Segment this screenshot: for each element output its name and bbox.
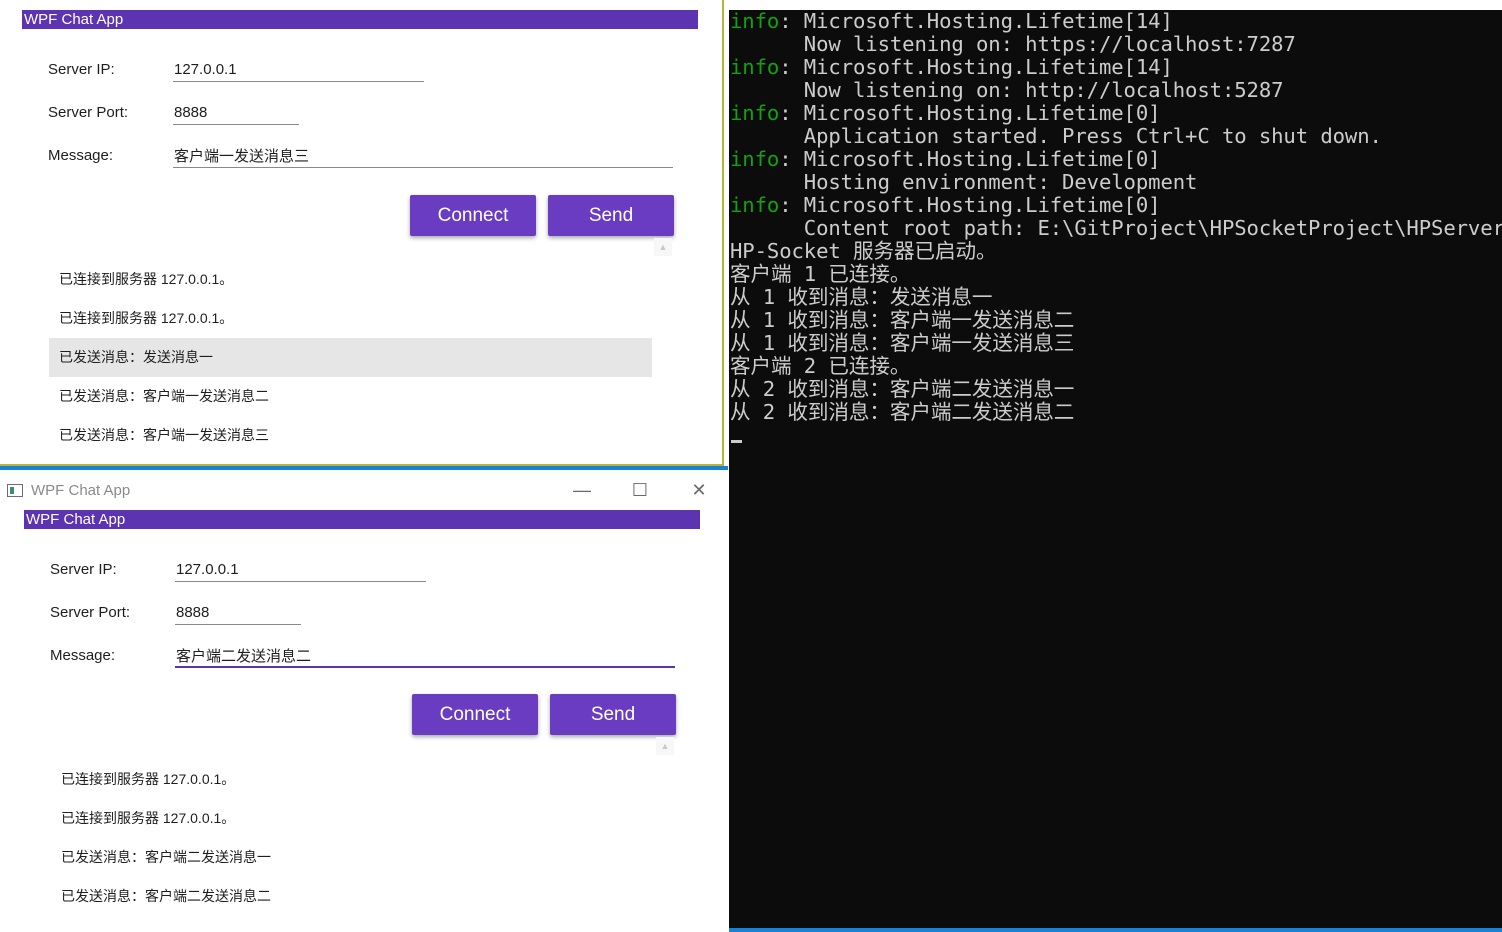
server-port-input[interactable] — [175, 601, 301, 625]
console-line-text: 从 1 收到消息：发送消息一 — [730, 285, 993, 309]
console-line-text: 从 1 收到消息：客户端一发送消息三 — [730, 331, 1075, 355]
log-item[interactable]: 已发送消息：客户端二发送消息二 — [51, 877, 654, 916]
console-line-text: : Microsoft.Hosting.Lifetime[14] — [779, 55, 1173, 79]
console-line-text: : Microsoft.Hosting.Lifetime[0] — [779, 193, 1161, 217]
console-line: 客户端 1 已连接。 — [730, 263, 1502, 286]
server-port-label: Server Port: — [48, 104, 129, 121]
console-line-text: Application started. Press Ctrl+C to shu… — [730, 124, 1382, 148]
message-input[interactable] — [175, 644, 675, 668]
console-line: Application started. Press Ctrl+C to shu… — [730, 125, 1502, 148]
console-line: 从 1 收到消息：客户端一发送消息二 — [730, 309, 1502, 332]
console-line-text: Now listening on: https://localhost:7287 — [730, 32, 1296, 56]
server-ip-label: Server IP: — [48, 61, 115, 78]
close-icon[interactable]: ✕ — [685, 476, 713, 504]
log-item[interactable]: 已连接到服务器 127.0.0.1。 — [49, 299, 652, 338]
message-log: 已连接到服务器 127.0.0.1。 已连接到服务器 127.0.0.1。 已发… — [51, 760, 654, 916]
console-line: 从 2 收到消息：客户端二发送消息一 — [730, 378, 1502, 401]
console-line: HP-Socket 服务器已启动。 — [730, 240, 1502, 263]
console-line: 从 1 收到消息：发送消息一 — [730, 286, 1502, 309]
console-bottom-edge — [729, 928, 1502, 932]
log-item[interactable]: 已发送消息：客户端二发送消息一 — [51, 838, 654, 877]
maximize-icon[interactable]: ☐ — [626, 476, 654, 504]
title-bar[interactable]: WPF Chat App — ☐ ✕ — [0, 470, 728, 510]
client-window-2: WPF Chat App — ☐ ✕ WPF Chat App Server I… — [0, 470, 728, 932]
app-banner: WPF Chat App — [24, 510, 700, 529]
log-level: info — [730, 101, 780, 125]
console-line-text: Now listening on: http://localhost:5287 — [730, 78, 1284, 102]
console-line: Content root path: E:\GitProject\HPSocke… — [730, 217, 1502, 240]
console-line-text: HP-Socket 服务器已启动。 — [730, 239, 997, 263]
console-line-text: 客户端 2 已连接。 — [730, 354, 911, 378]
server-port-input[interactable] — [173, 101, 299, 125]
console-line-text: : Microsoft.Hosting.Lifetime[0] — [779, 101, 1161, 125]
client-window-1: WPF Chat App Server IP: Server Port: Mes… — [0, 0, 724, 466]
send-button[interactable]: Send — [550, 694, 676, 735]
console-line: 从 2 收到消息：客户端二发送消息二 — [730, 401, 1502, 424]
console-line: Hosting environment: Development — [730, 171, 1502, 194]
app-banner: WPF Chat App — [22, 10, 698, 29]
message-input[interactable] — [173, 144, 673, 168]
console-line: info: Microsoft.Hosting.Lifetime[0] — [730, 194, 1502, 217]
send-button[interactable]: Send — [548, 195, 674, 236]
log-level: info — [730, 147, 780, 171]
console-line: 客户端 2 已连接。 — [730, 355, 1502, 378]
console-line: 从 1 收到消息：客户端一发送消息三 — [730, 332, 1502, 355]
scroll-up-icon[interactable]: ▲ — [656, 737, 674, 755]
log-level: info — [730, 55, 780, 79]
console-line: Now listening on: https://localhost:7287 — [730, 33, 1502, 56]
console-output: info: Microsoft.Hosting.Lifetime[14] Now… — [730, 10, 1502, 424]
server-port-label: Server Port: — [50, 604, 131, 621]
app-window-icon — [7, 484, 23, 497]
console-line: info: Microsoft.Hosting.Lifetime[0] — [730, 148, 1502, 171]
console-line: info: Microsoft.Hosting.Lifetime[14] — [730, 56, 1502, 79]
message-log: 已连接到服务器 127.0.0.1。 已连接到服务器 127.0.0.1。 已发… — [49, 260, 652, 455]
server-ip-label: Server IP: — [50, 561, 117, 578]
log-item[interactable]: 已连接到服务器 127.0.0.1。 — [49, 260, 652, 299]
log-item[interactable]: 已发送消息：客户端一发送消息二 — [49, 377, 652, 416]
log-level: info — [730, 193, 780, 217]
log-item[interactable]: 已连接到服务器 127.0.0.1。 — [51, 799, 654, 838]
console-line-text: : Microsoft.Hosting.Lifetime[0] — [779, 147, 1161, 171]
log-item-selected[interactable]: 已发送消息：发送消息一 — [49, 338, 652, 377]
log-item[interactable]: 已发送消息：客户端一发送消息三 — [49, 416, 652, 455]
message-label: Message: — [50, 647, 116, 664]
console-line: info: Microsoft.Hosting.Lifetime[14] — [730, 10, 1502, 33]
server-ip-input[interactable] — [175, 558, 426, 582]
log-level: info — [730, 9, 780, 33]
console-cursor — [731, 440, 742, 443]
server-console[interactable]: info: Microsoft.Hosting.Lifetime[14] Now… — [729, 0, 1502, 932]
console-line-text: Hosting environment: Development — [730, 170, 1198, 194]
console-line-text: Content root path: E:\GitProject\HPSocke… — [730, 216, 1502, 240]
console-line: Now listening on: http://localhost:5287 — [730, 79, 1502, 102]
message-label: Message: — [48, 147, 114, 164]
connect-button[interactable]: Connect — [412, 694, 538, 735]
minimize-icon[interactable]: — — [568, 476, 596, 504]
console-line-text: 从 2 收到消息：客户端二发送消息二 — [730, 400, 1075, 424]
console-line: info: Microsoft.Hosting.Lifetime[0] — [730, 102, 1502, 125]
log-item[interactable]: 已连接到服务器 127.0.0.1。 — [51, 760, 654, 799]
console-line-text: : Microsoft.Hosting.Lifetime[14] — [779, 9, 1173, 33]
console-line-text: 从 2 收到消息：客户端二发送消息一 — [730, 377, 1075, 401]
scroll-up-icon[interactable]: ▲ — [654, 238, 672, 256]
console-line-text: 客户端 1 已连接。 — [730, 262, 911, 286]
console-line-text: 从 1 收到消息：客户端一发送消息二 — [730, 308, 1075, 332]
server-ip-input[interactable] — [173, 58, 424, 82]
connect-button[interactable]: Connect — [410, 195, 536, 236]
window-title: WPF Chat App — [31, 482, 131, 499]
